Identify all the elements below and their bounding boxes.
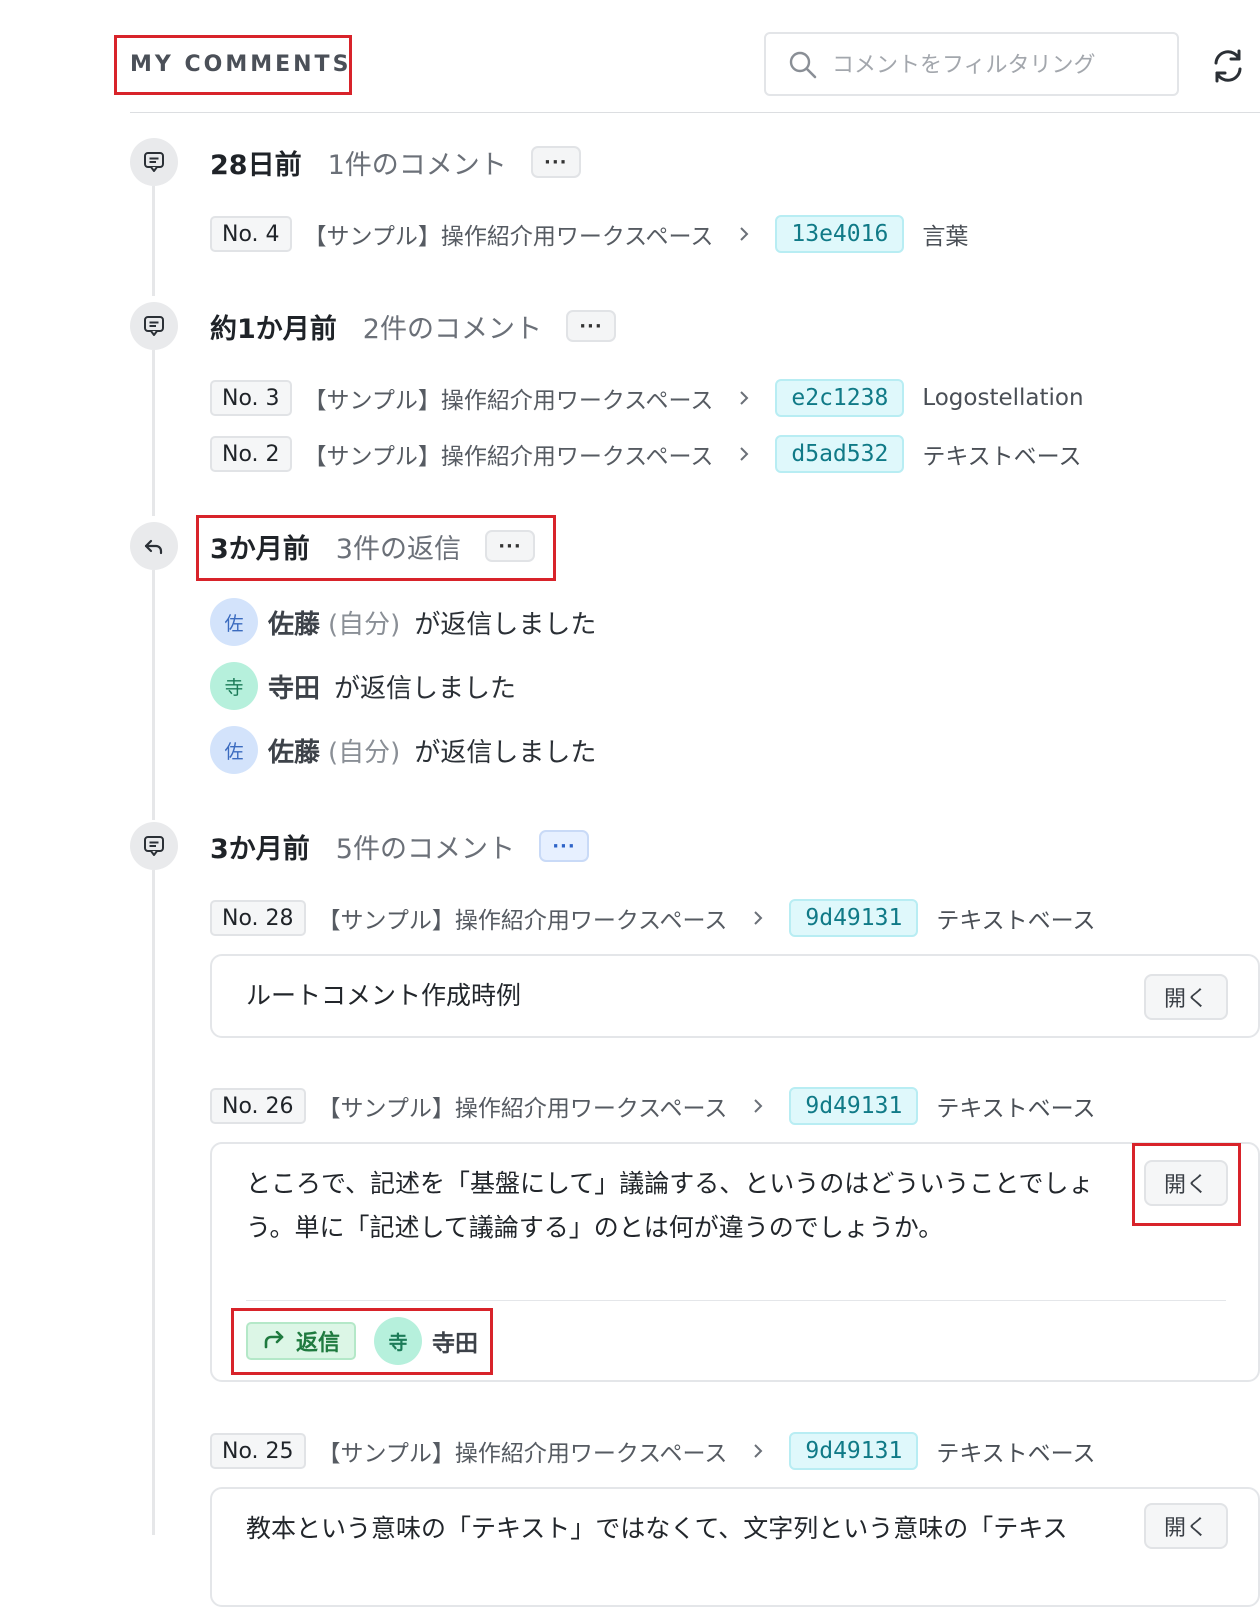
workspace-name[interactable]: 【サンプル】操作紹介用ワークスペース	[318, 901, 728, 935]
open-button[interactable]: 開く	[1144, 1160, 1228, 1206]
chevron-right-icon	[740, 447, 749, 461]
comment-row[interactable]: No. 2 【サンプル】操作紹介用ワークスペース d5ad532 テキストベース	[210, 434, 1082, 474]
comment-icon	[130, 822, 178, 870]
more-button[interactable]: ···	[538, 830, 589, 862]
reply-action: が返信しました	[414, 737, 597, 768]
reply-action: が返信しました	[334, 673, 517, 704]
group-date: 3か月前	[210, 533, 310, 565]
workspace-name[interactable]: 【サンプル】操作紹介用ワークスペース	[304, 381, 714, 415]
comment-card: 教本という意味の「テキスト」ではなくて、文字列という意味の「テキス 開く	[210, 1487, 1260, 1607]
comment-number: No. 28	[210, 900, 306, 936]
comment-number: No. 3	[210, 380, 292, 416]
group-heading: 3か月前 5件のコメント ···	[210, 826, 589, 866]
comment-card: ルートコメント作成時例 開く	[210, 954, 1260, 1038]
document-name[interactable]: 言葉	[922, 217, 968, 251]
search-icon	[789, 51, 817, 79]
comment-text: ルートコメント作成時例	[246, 981, 522, 1010]
reply-badge[interactable]: 返信	[246, 1322, 357, 1360]
comment-number: No. 26	[210, 1088, 306, 1124]
commit-hash[interactable]: 9d49131	[789, 899, 919, 937]
workspace-name[interactable]: 【サンプル】操作紹介用ワークスペース	[318, 1434, 728, 1468]
workspace-name[interactable]: 【サンプル】操作紹介用ワークスペース	[304, 217, 714, 251]
timeline-line	[152, 186, 155, 296]
workspace-name[interactable]: 【サンプル】操作紹介用ワークスペース	[304, 437, 714, 471]
more-button[interactable]: ···	[565, 310, 616, 342]
group-date: 28日前	[210, 149, 302, 181]
group-count: 5件のコメント	[335, 833, 515, 865]
comment-text: 教本という意味の「テキスト」ではなくて、文字列という意味の「テキス	[246, 1514, 1068, 1543]
more-button[interactable]: ···	[484, 530, 535, 562]
document-name[interactable]: テキストベース	[936, 901, 1095, 935]
avatar: 佐	[210, 726, 258, 774]
user-name: 寺田	[268, 673, 321, 704]
commit-hash[interactable]: 9d49131	[789, 1087, 919, 1125]
avatar: 寺	[210, 662, 258, 710]
self-label: (自分)	[328, 737, 401, 768]
group-date: 3か月前	[210, 833, 310, 865]
chevron-right-icon	[754, 911, 763, 925]
reply-action: が返信しました	[414, 609, 597, 640]
commit-hash[interactable]: d5ad532	[775, 435, 905, 473]
reply-forward-icon	[264, 1331, 284, 1349]
chevron-right-icon	[740, 391, 749, 405]
open-button[interactable]: 開く	[1144, 1503, 1228, 1549]
reply-item[interactable]: 寺 寺田 が返信しました	[210, 662, 516, 710]
timeline-line	[152, 350, 155, 516]
comment-number: No. 25	[210, 1433, 306, 1469]
self-label: (自分)	[328, 609, 401, 640]
reply-label: 返信	[296, 1331, 341, 1356]
commit-hash[interactable]: 9d49131	[789, 1432, 919, 1470]
workspace-name[interactable]: 【サンプル】操作紹介用ワークスペース	[318, 1089, 728, 1123]
user-name: 佐藤	[268, 609, 321, 640]
group-heading: 28日前 1件のコメント ···	[210, 142, 581, 182]
group-count: 1件のコメント	[327, 149, 507, 181]
avatar: 佐	[210, 598, 258, 646]
avatar: 寺	[374, 1317, 422, 1365]
comment-row[interactable]: No. 4 【サンプル】操作紹介用ワークスペース 13e4016 言葉	[210, 214, 968, 254]
group-count: 2件のコメント	[362, 313, 542, 345]
timeline-line	[152, 870, 155, 1535]
user-name: 佐藤	[268, 737, 321, 768]
chevron-right-icon	[754, 1099, 763, 1113]
timeline-line	[152, 570, 155, 820]
group-heading: 約1か月前 2件のコメント ···	[210, 306, 616, 346]
page-title: MY COMMENTS	[130, 52, 352, 77]
reply-icon	[130, 522, 178, 570]
open-button[interactable]: 開く	[1144, 974, 1228, 1020]
group-heading: 3か月前 3件の返信 ···	[210, 526, 535, 566]
comment-row[interactable]: No. 28 【サンプル】操作紹介用ワークスペース 9d49131 テキストベー…	[210, 898, 1096, 938]
document-name[interactable]: テキストベース	[936, 1434, 1095, 1468]
refresh-icon[interactable]	[1208, 46, 1248, 86]
user-name: 寺田	[432, 1331, 478, 1357]
comment-text: ところで、記述を「基盤にして」議論する、というのはどういうことでしょう。単に「記…	[246, 1169, 1094, 1242]
header-divider	[130, 112, 1260, 113]
document-name[interactable]: Logostellation	[922, 385, 1083, 411]
reply-item[interactable]: 佐 佐藤 (自分) が返信しました	[210, 598, 596, 646]
document-name[interactable]: テキストベース	[922, 437, 1081, 471]
document-name[interactable]: テキストベース	[936, 1089, 1095, 1123]
comment-row[interactable]: No. 25 【サンプル】操作紹介用ワークスペース 9d49131 テキストベー…	[210, 1431, 1096, 1471]
search-box[interactable]	[764, 32, 1179, 96]
commit-hash[interactable]: 13e4016	[775, 215, 905, 253]
search-input[interactable]	[830, 46, 1164, 84]
comment-number: No. 2	[210, 436, 292, 472]
group-count: 3件の返信	[335, 533, 461, 565]
group-date: 約1か月前	[210, 313, 337, 345]
comment-icon	[130, 138, 178, 186]
comment-card: ところで、記述を「基盤にして」議論する、というのはどういうことでしょう。単に「記…	[210, 1142, 1260, 1382]
reply-user: 寺 寺田	[374, 1317, 478, 1365]
chevron-right-icon	[754, 1444, 763, 1458]
comment-row[interactable]: No. 26 【サンプル】操作紹介用ワークスペース 9d49131 テキストベー…	[210, 1086, 1096, 1126]
more-button[interactable]: ···	[530, 146, 581, 178]
comment-icon	[130, 302, 178, 350]
chevron-right-icon	[740, 227, 749, 241]
card-divider	[246, 1300, 1226, 1301]
commit-hash[interactable]: e2c1238	[775, 379, 905, 417]
reply-item[interactable]: 佐 佐藤 (自分) が返信しました	[210, 726, 596, 774]
comment-row[interactable]: No. 3 【サンプル】操作紹介用ワークスペース e2c1238 Logoste…	[210, 378, 1084, 418]
comment-number: No. 4	[210, 216, 292, 252]
